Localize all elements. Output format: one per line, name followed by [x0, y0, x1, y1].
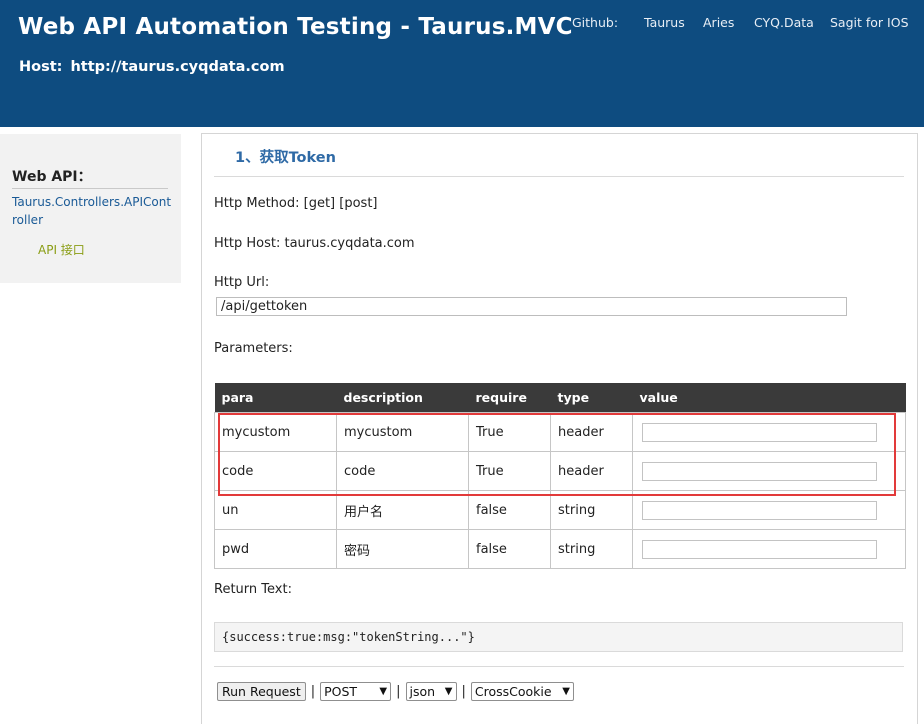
separator: | — [396, 683, 401, 699]
table-header-row: para description require type value — [214, 383, 906, 413]
method-select[interactable]: POST ▼ — [320, 681, 392, 701]
return-text-label: Return Text: — [214, 582, 292, 597]
cell-type: header — [550, 451, 633, 491]
section-divider — [214, 176, 904, 177]
cell-value — [632, 412, 906, 452]
chevron-down-icon: ▼ — [444, 685, 453, 697]
http-method-label: Http Method: — [214, 196, 300, 211]
cell-type: string — [550, 490, 633, 530]
cell-para: pwd — [214, 529, 337, 569]
cell-value — [632, 490, 906, 530]
table-row: pwd 密码 false string — [214, 529, 906, 569]
table-row: mycustom mycustom True header — [214, 412, 906, 452]
column-header-require: require — [468, 383, 551, 413]
format-select-value: json — [409, 683, 436, 699]
cell-para: un — [214, 490, 337, 530]
http-host-label: Http Host: — [214, 236, 281, 251]
nav-link-taurus[interactable]: Taurus — [644, 15, 685, 30]
cookie-select-value: CrossCookie — [474, 683, 552, 699]
sidebar: Web API： Taurus.Controllers.APIControlle… — [0, 134, 181, 283]
http-method-value: [get] [post] — [303, 196, 378, 211]
value-input-code[interactable] — [642, 461, 877, 481]
sidebar-controller-link[interactable]: Taurus.Controllers.APIController — [12, 193, 172, 229]
table-row: un 用户名 false string — [214, 490, 906, 530]
cell-description: 密码 — [336, 529, 469, 569]
http-url-input[interactable]: /api/gettoken — [216, 297, 847, 316]
chevron-down-icon: ▼ — [379, 685, 388, 697]
host-line: Host: http://taurus.cyqdata.com — [19, 59, 285, 75]
method-select-value: POST — [324, 683, 358, 699]
column-header-description: description — [336, 383, 469, 413]
page-header: Web API Automation Testing - Taurus.MVC … — [0, 0, 924, 127]
cell-description: 用户名 — [336, 490, 469, 530]
parameters-table: para description require type value mycu… — [214, 383, 906, 569]
run-request-button[interactable]: Run Request — [217, 681, 306, 701]
cell-para: mycustom — [214, 412, 337, 452]
column-header-type: type — [550, 383, 633, 413]
value-input-pwd[interactable] — [642, 539, 877, 559]
http-host-value: taurus.cyqdata.com — [284, 236, 415, 251]
return-text-box: {success:true:msg:"tokenString..."} — [214, 622, 903, 652]
sidebar-item-api[interactable]: API 接口 — [38, 241, 85, 258]
return-divider — [214, 666, 904, 667]
cell-require: True — [468, 451, 551, 491]
separator: | — [310, 683, 316, 699]
chevron-down-icon: ▼ — [562, 685, 570, 697]
cell-value — [632, 529, 906, 569]
format-select[interactable]: json ▼ — [405, 681, 457, 701]
host-value: http://taurus.cyqdata.com — [70, 59, 285, 75]
cell-require: false — [468, 490, 551, 530]
column-header-value: value — [632, 383, 906, 413]
parameters-label: Parameters: — [214, 341, 293, 356]
page-title: Web API Automation Testing - Taurus.MVC — [18, 14, 573, 40]
nav-link-cyqdata[interactable]: CYQ.Data — [754, 15, 814, 30]
value-input-un[interactable] — [642, 500, 877, 520]
http-host-line: Http Host: taurus.cyqdata.com — [214, 236, 415, 251]
cell-require: True — [468, 412, 551, 452]
cell-description: code — [336, 451, 469, 491]
http-url-label: Http Url: — [214, 275, 270, 290]
separator: | — [461, 683, 466, 699]
cookie-select[interactable]: CrossCookie ▼ — [470, 681, 574, 701]
cell-para: code — [214, 451, 337, 491]
column-header-para: para — [214, 383, 337, 413]
nav-link-aries[interactable]: Aries — [703, 15, 734, 30]
request-controls: Run Request | POST ▼ | json ▼ | CrossCoo… — [217, 681, 574, 701]
http-method-line: Http Method: [get] [post] — [214, 196, 377, 211]
cell-description: mycustom — [336, 412, 469, 452]
nav-link-github[interactable]: Github: — [572, 15, 618, 30]
value-input-mycustom[interactable] — [642, 422, 877, 442]
table-row: code code True header — [214, 451, 906, 491]
cell-type: string — [550, 529, 633, 569]
cell-require: false — [468, 529, 551, 569]
cell-value — [632, 451, 906, 491]
section-title: 1、获取Token — [235, 150, 336, 166]
sidebar-title: Web API： — [12, 166, 168, 189]
nav-link-sagit-ios[interactable]: Sagit for IOS — [830, 15, 909, 30]
cell-type: header — [550, 412, 633, 452]
host-label: Host: — [19, 59, 63, 75]
